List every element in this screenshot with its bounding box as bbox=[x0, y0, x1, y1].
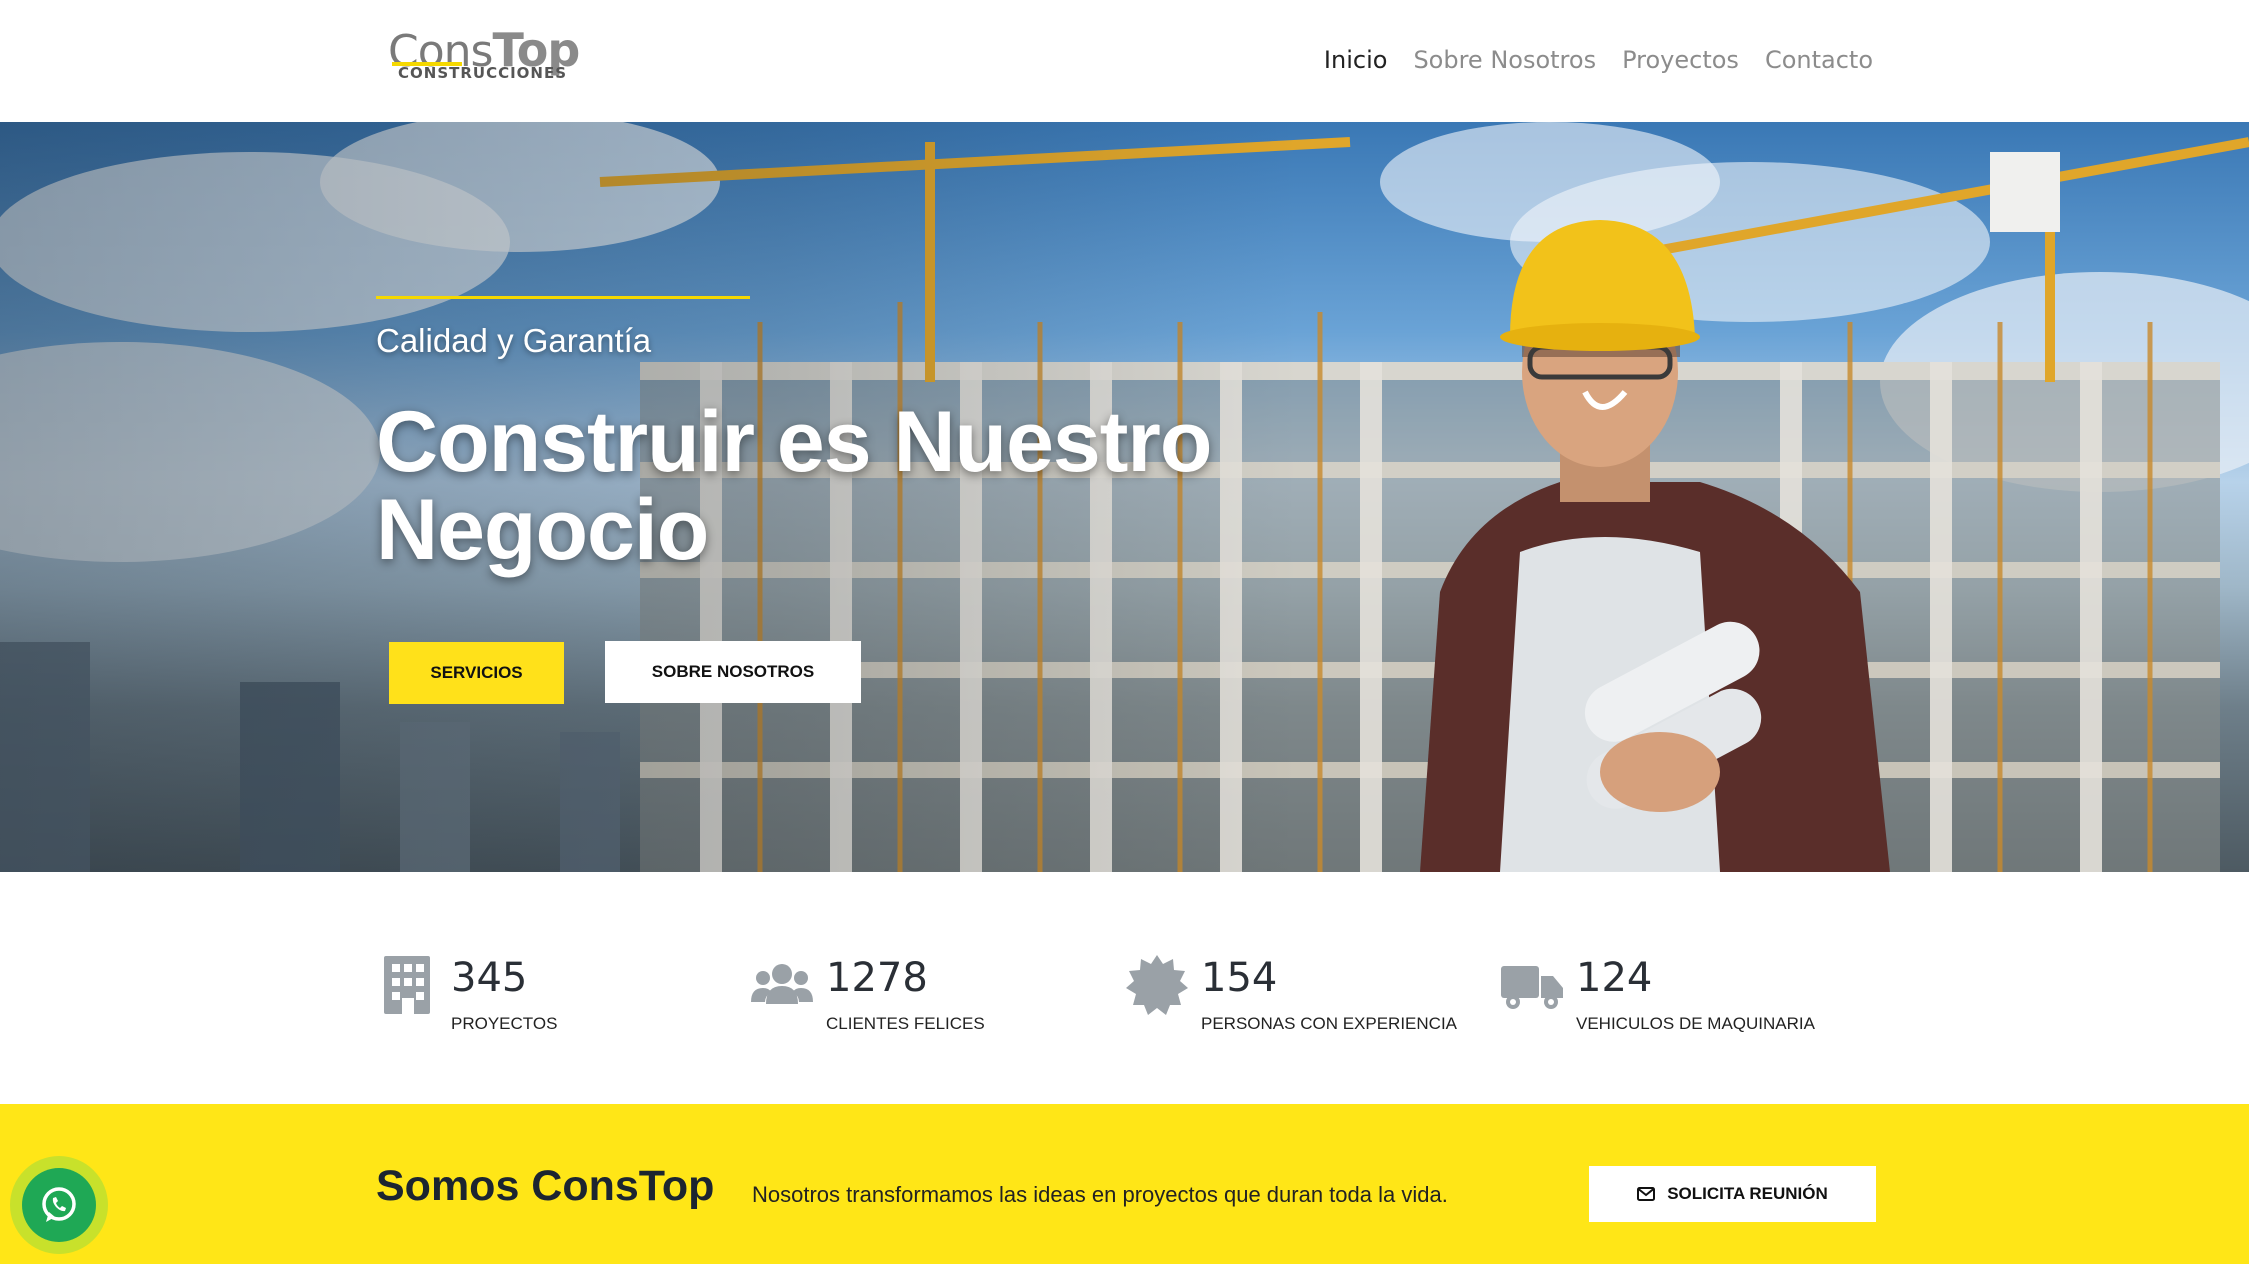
stat-label: PROYECTOS bbox=[451, 1014, 558, 1033]
logo-tagline: CONSTRUCCIONES bbox=[398, 64, 568, 82]
hero-title: Construir es Nuestro Negocio bbox=[376, 394, 1212, 578]
request-meeting-label: SOLICITA REUNIÓN bbox=[1667, 1184, 1828, 1203]
truck-icon bbox=[1501, 966, 1563, 1009]
hero-accent-line bbox=[376, 296, 750, 299]
whatsapp-button[interactable] bbox=[10, 1156, 108, 1254]
main-nav: Inicio Sobre Nosotros Proyectos Contacto bbox=[1324, 46, 1873, 74]
site-header: ConsTop CONSTRUCCIONES Inicio Sobre Noso… bbox=[0, 0, 2249, 122]
band-text: Nosotros transformamos las ideas en proy… bbox=[752, 1182, 1448, 1207]
nav-link-sobre-nosotros[interactable]: Sobre Nosotros bbox=[1413, 46, 1596, 74]
logo[interactable]: ConsTop CONSTRUCCIONES bbox=[388, 24, 598, 86]
certificate-icon bbox=[1126, 955, 1188, 1015]
about-us-button[interactable]: SOBRE NOSOTROS bbox=[605, 641, 861, 703]
stat-label: VEHICULOS DE MAQUINARIA bbox=[1576, 1014, 1815, 1033]
nav-link-contacto[interactable]: Contacto bbox=[1765, 46, 1873, 74]
about-band: Somos ConsTop Nosotros transformamos las… bbox=[0, 1104, 2249, 1264]
whatsapp-button-inner[interactable] bbox=[22, 1168, 96, 1242]
band-title: Somos ConsTop bbox=[376, 1162, 715, 1210]
users-icon bbox=[751, 964, 813, 1004]
stat-label: CLIENTES FELICES bbox=[826, 1014, 985, 1033]
request-meeting-button[interactable]: SOLICITA REUNIÓN bbox=[1589, 1166, 1876, 1222]
envelope-icon bbox=[1637, 1187, 1656, 1201]
stat-label: PERSONAS CON EXPERIENCIA bbox=[1201, 1014, 1458, 1033]
hero-kicker: Calidad y Garantía bbox=[376, 322, 652, 359]
stat-value: 345 bbox=[451, 955, 528, 1001]
services-button[interactable]: SERVICIOS bbox=[389, 642, 564, 704]
stats-section: 345 PROYECTOS 1278 CLIENTES FELICES 154 … bbox=[0, 872, 2249, 1104]
whatsapp-icon bbox=[42, 1187, 76, 1222]
nav-link-proyectos[interactable]: Proyectos bbox=[1622, 46, 1739, 74]
nav-link-inicio[interactable]: Inicio bbox=[1324, 46, 1388, 74]
stat-value: 1278 bbox=[826, 955, 928, 1001]
building-icon bbox=[384, 956, 430, 1014]
stat-value: 154 bbox=[1201, 955, 1278, 1001]
stat-value: 124 bbox=[1576, 955, 1653, 1001]
hero-section: Calidad y Garantía Construir es Nuestro … bbox=[0, 122, 2249, 872]
